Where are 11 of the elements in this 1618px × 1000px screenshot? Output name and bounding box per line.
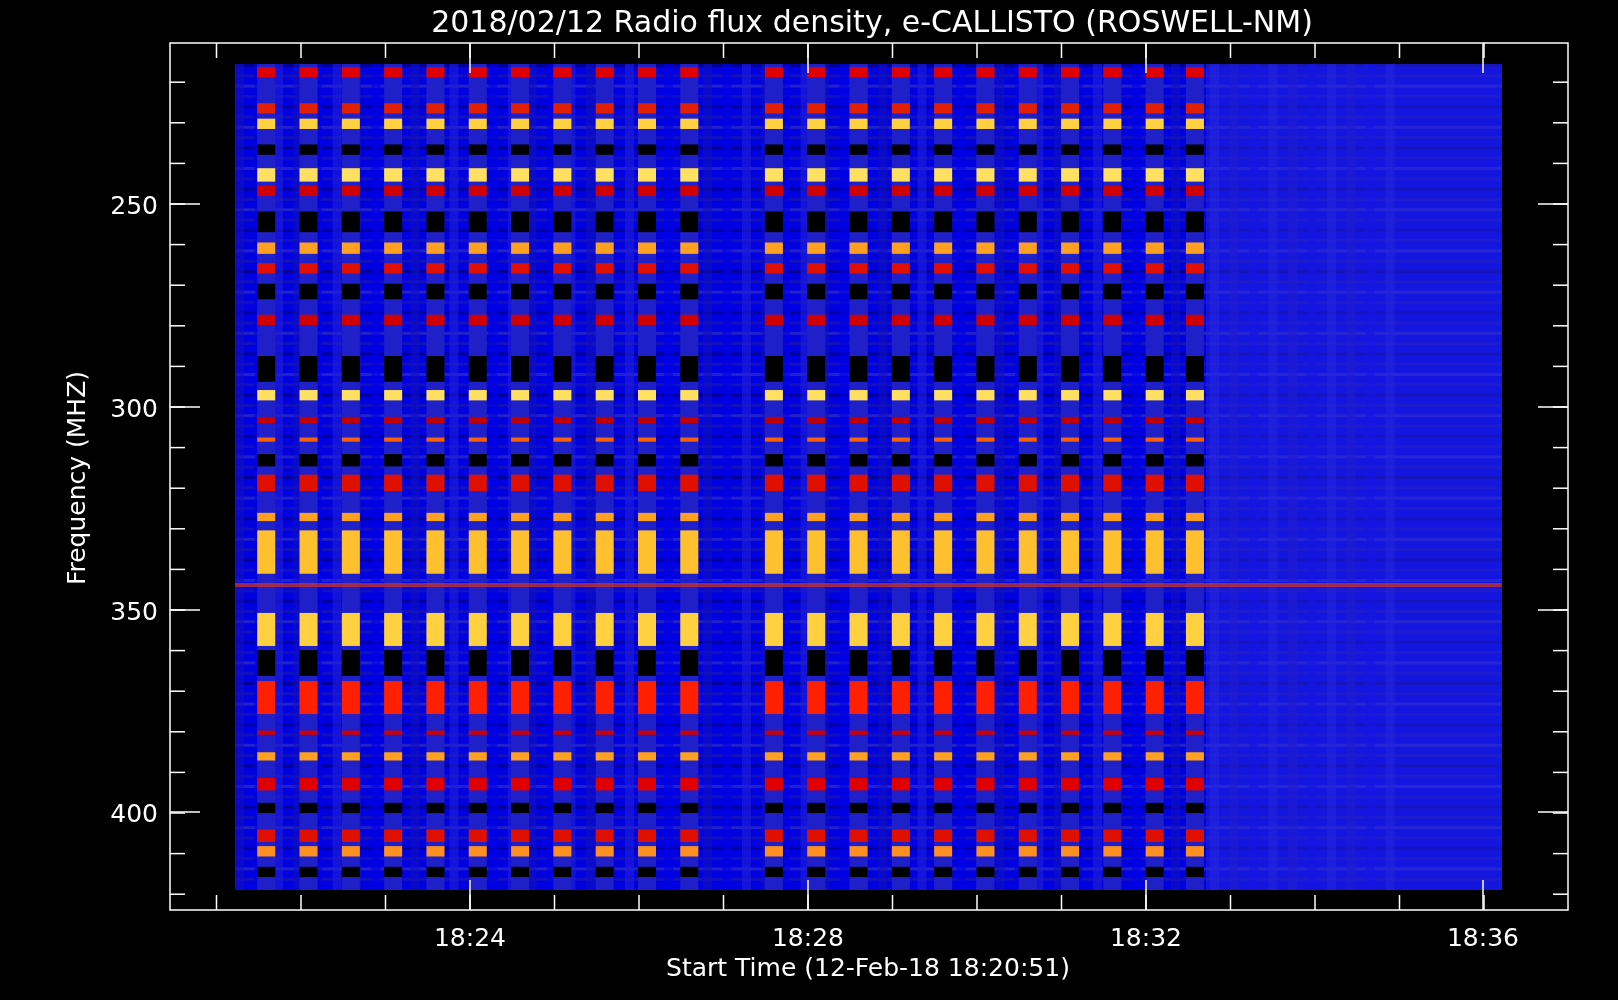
y-tick-label: 250 xyxy=(110,191,158,220)
y-tick-label: 350 xyxy=(110,597,158,626)
chart-title: 2018/02/12 Radio flux density, e-CALLISTO (ROSWELL-NM) xyxy=(431,4,1313,39)
x-tick-label: 18:36 xyxy=(1447,923,1519,952)
x-tick-label: 18:28 xyxy=(772,923,844,952)
x-tick-label: 18:24 xyxy=(434,923,506,952)
x-axis-label: Start Time (12-Feb-18 18:20:51) xyxy=(666,953,1070,982)
y-tick-label: 400 xyxy=(110,799,158,828)
y-tick-label: 300 xyxy=(110,394,158,423)
x-tick-label: 18:32 xyxy=(1110,923,1182,952)
y-axis-label: Frequency (MHZ) xyxy=(62,370,91,586)
